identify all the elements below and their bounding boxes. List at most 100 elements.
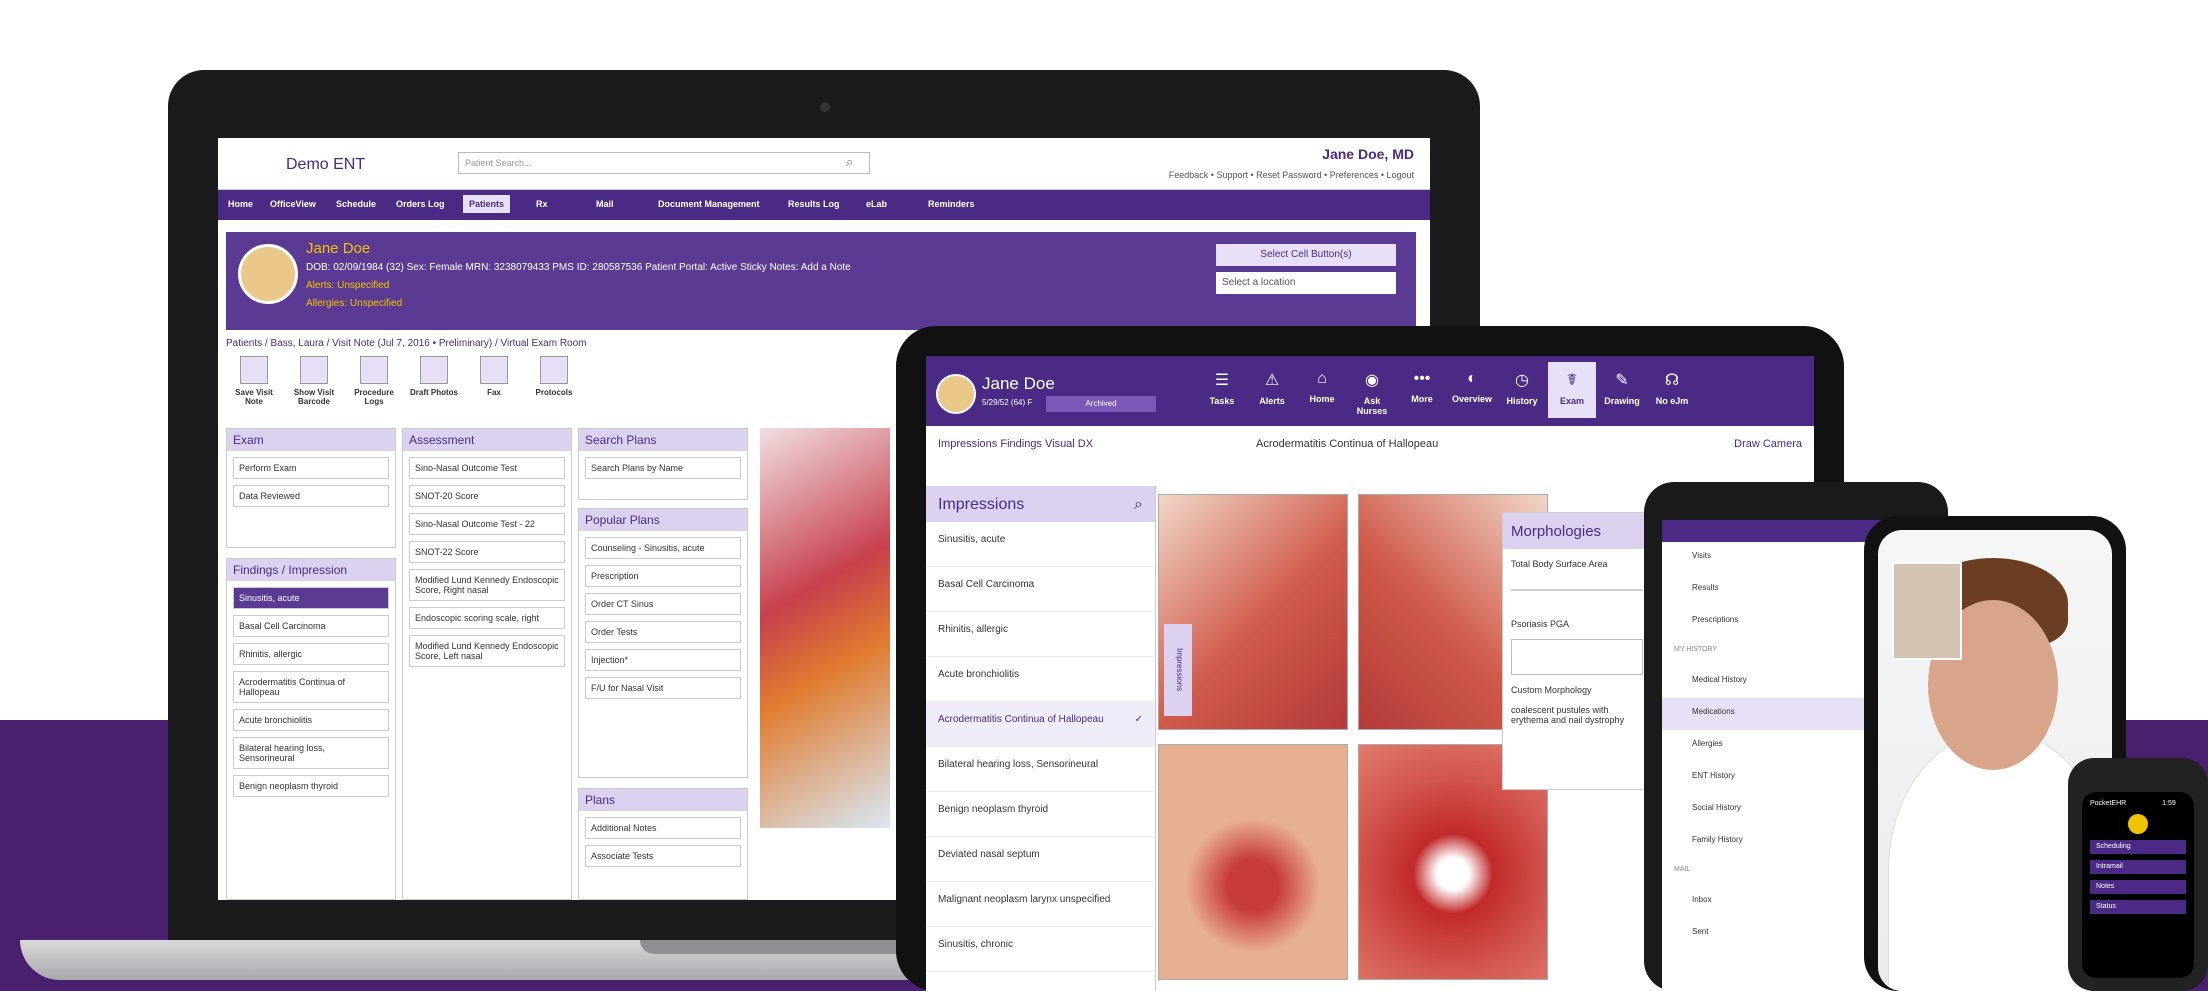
nav-orders-log[interactable]: Orders Log (396, 199, 445, 209)
finding-item[interactable]: Benign neoplasm thyroid (233, 775, 389, 797)
pga-label: Psoriasis PGA (1511, 619, 1570, 629)
plan-item[interactable]: Associate Tests (585, 845, 741, 867)
anatomy-3d-model[interactable] (760, 428, 890, 828)
nav-elab[interactable]: eLab (866, 199, 887, 209)
finding-item[interactable]: Acute bronchiolitis (233, 709, 389, 731)
tab-more[interactable]: ••• More (1398, 370, 1446, 404)
tab-history[interactable]: ◷ History (1498, 370, 1546, 406)
assessment-item[interactable]: SNOT-22 Score (409, 541, 565, 563)
impression-item[interactable]: Sinusitis, acute (926, 522, 1155, 567)
tab-ask-nurses[interactable]: ◉ Ask Nurses (1348, 370, 1396, 416)
plan-item[interactable]: Order CT Sinus (585, 593, 741, 615)
exam-panel: Exam Perform Exam Data Reviewed (226, 428, 396, 548)
search-icon[interactable]: ⌕ (1134, 496, 1143, 514)
finding-item[interactable]: Acrodermatitis Continua of Hallopeau (233, 671, 389, 703)
tab-tasks[interactable]: ☰ Tasks (1198, 370, 1246, 406)
status-badge: Archived (1046, 396, 1156, 412)
patient-banner: Jane Doe DOB: 02/09/1984 (32) Sex: Femal… (226, 232, 1416, 330)
impressions-side-tab[interactable]: Impressions (1164, 624, 1192, 716)
impression-item[interactable]: Basal Cell Carcinoma (926, 567, 1155, 612)
assessment-item[interactable]: Sino-Nasal Outcome Test (409, 457, 565, 479)
impression-item[interactable]: Rhinitis, allergic (926, 612, 1155, 657)
impression-item-selected[interactable]: Acrodermatitis Continua of Hallopeau ✓ (926, 702, 1155, 747)
watch-screen: PocketEHR 1:59 Scheduling Intramail Note… (2082, 792, 2194, 978)
subnav-actions[interactable]: Draw Camera (1734, 438, 1802, 450)
home-icon: ⌂ (1317, 370, 1327, 387)
impression-item[interactable]: Benign neoplasm thyroid (926, 792, 1155, 837)
impression-item[interactable]: Acute bronchiolitis (926, 657, 1155, 702)
search-plans-input[interactable]: Search Plans by Name (585, 457, 741, 479)
show-barcode-button[interactable]: Show Visit Barcode (286, 356, 342, 406)
tab-no-ejm[interactable]: ☊ No eJm (1648, 370, 1696, 406)
patient-name[interactable]: Jane Doe (982, 374, 1055, 394)
plan-item[interactable]: Additional Notes (585, 817, 741, 839)
exam-panel-title: Exam (227, 429, 395, 451)
avatar (238, 244, 298, 304)
bsa-slider[interactable] (1511, 589, 1643, 609)
search-icon[interactable]: ⌕ (846, 154, 853, 170)
tab-drawing[interactable]: ✎ Drawing (1598, 370, 1646, 406)
assessment-item[interactable]: SNOT-20 Score (409, 485, 565, 507)
watch-item[interactable]: Scheduling (2090, 840, 2186, 854)
finding-item[interactable]: Bilateral hearing loss, Sensorineural (233, 737, 389, 769)
finding-item[interactable]: Rhinitis, allergic (233, 643, 389, 665)
custom-morphology-field[interactable]: coalescent pustules with erythema and na… (1503, 705, 1651, 735)
nav-officeview[interactable]: OfficeView (270, 199, 316, 209)
plans-title: Plans (579, 789, 747, 811)
nav-rx[interactable]: Rx (536, 199, 548, 209)
impression-item[interactable]: Sinusitis, chronic (926, 927, 1155, 972)
nav-home[interactable]: Home (228, 199, 253, 209)
select-cell-button[interactable]: Select Cell Button(s) (1216, 244, 1396, 266)
plan-item[interactable]: F/U for Nasal Visit (585, 677, 741, 699)
location-select[interactable]: Select a location (1216, 272, 1396, 294)
watch-title: PocketEHR 1:59 (2090, 800, 2176, 807)
finding-item[interactable]: Basal Cell Carcinoma (233, 615, 389, 637)
plan-item[interactable]: Prescription (585, 565, 741, 587)
finding-item[interactable]: Sinusitis, acute (233, 587, 389, 609)
patient-alerts: Alerts: Unspecified (306, 280, 390, 291)
fax-button[interactable]: Fax (466, 356, 522, 397)
save-visit-note-button[interactable]: Save Visit Note (226, 356, 282, 406)
anatomy-image[interactable] (1158, 744, 1348, 980)
assessment-item[interactable]: Modified Lund Kennedy Endoscopic Score, … (409, 569, 565, 601)
nav-patients[interactable]: Patients (463, 195, 511, 213)
nav-results-log[interactable]: Results Log (788, 199, 840, 209)
tab-overview[interactable]: ◐ Overview (1448, 370, 1496, 404)
exam-item[interactable]: Perform Exam (233, 457, 389, 479)
user-name: Jane Doe, MD (1322, 146, 1414, 162)
popular-plans-title: Popular Plans (579, 509, 747, 531)
nav-mail[interactable]: Mail (596, 199, 614, 209)
procedure-logs-button[interactable]: Procedure Logs (346, 356, 402, 406)
plan-item[interactable]: Counseling - Sinusitis, acute (585, 537, 741, 559)
nav-reminders[interactable]: Reminders (928, 199, 975, 209)
impression-item[interactable]: Malignant neoplasm larynx unspecified (926, 882, 1155, 927)
breadcrumb[interactable]: Patients / Bass, Laura / Visit Note (Jul… (226, 338, 587, 349)
nav-schedule[interactable]: Schedule (336, 199, 376, 209)
watch-item[interactable]: Notes (2090, 880, 2186, 894)
impression-item[interactable]: Deviated nasal septum (926, 837, 1155, 882)
header-links[interactable]: Feedback • Support • Reset Password • Pr… (1169, 170, 1414, 180)
impression-item[interactable]: Bilateral hearing loss, Sensorineural (926, 747, 1155, 792)
plan-item[interactable]: Order Tests (585, 621, 741, 643)
search-plans-panel: Search Plans Search Plans by Name (578, 428, 748, 500)
draft-photos-button[interactable]: Draft Photos (406, 356, 462, 397)
plan-item[interactable]: Injection* (585, 649, 741, 671)
tab-alerts[interactable]: ⚠ Alerts (1248, 370, 1296, 406)
nav-document-management[interactable]: Document Management (658, 199, 760, 209)
assessment-item[interactable]: Endoscopic scoring scale, right (409, 607, 565, 629)
pga-field[interactable] (1511, 639, 1643, 675)
exam-item[interactable]: Data Reviewed (233, 485, 389, 507)
watch-item[interactable]: Status (2090, 900, 2186, 914)
tab-exam[interactable]: ☤ Exam (1548, 362, 1596, 418)
assessment-item[interactable]: Modified Lund Kennedy Endoscopic Score, … (409, 635, 565, 667)
watch-item[interactable]: Intramail (2090, 860, 2186, 874)
assessment-item[interactable]: Sino-Nasal Outcome Test - 22 (409, 513, 565, 535)
subnav-tabs[interactable]: Impressions Findings Visual DX (938, 438, 1093, 450)
practice-brand[interactable]: Demo ENT (286, 156, 365, 174)
tab-home[interactable]: ⌂ Home (1298, 370, 1346, 404)
patient-search-input[interactable]: Patient Search... (458, 152, 870, 174)
history-icon: ◷ (1515, 372, 1529, 389)
protocols-button[interactable]: Protocols (526, 356, 582, 397)
patient-video-thumbnail[interactable] (1892, 562, 1962, 660)
patient-name[interactable]: Jane Doe (306, 240, 370, 257)
